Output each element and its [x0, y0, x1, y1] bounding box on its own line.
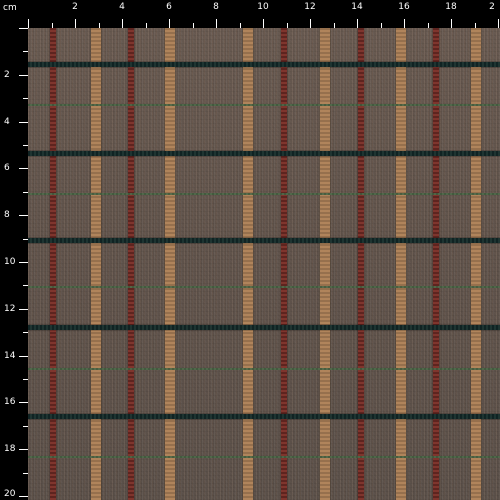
top-ruler-tick [333, 23, 335, 28]
left-ruler-label: 4 [4, 116, 10, 127]
left-ruler-label: 14 [4, 350, 16, 361]
left-ruler-tick [23, 379, 28, 380]
left-ruler-tick [23, 51, 28, 53]
top-ruler-tick [28, 19, 29, 28]
top-ruler-tick [216, 19, 217, 28]
tan-vertical-stripe [243, 28, 253, 500]
left-ruler-label: 10 [4, 257, 16, 267]
left-ruler-label: 18 [4, 444, 16, 455]
dark-horizontal-band [28, 238, 500, 243]
left-ruler-tick [23, 425, 28, 427]
red-vertical-stripe [50, 28, 56, 500]
left-ruler-tick [23, 98, 28, 100]
tan-vertical-stripe [396, 28, 406, 500]
top-ruler-label: 16 [398, 2, 410, 12]
top-ruler-tick [98, 23, 100, 28]
left-ruler-tick [23, 145, 28, 146]
top-ruler-tick [404, 19, 405, 28]
left-ruler-label: 6 [4, 163, 10, 174]
left-ruler-tick [19, 74, 28, 76]
top-ruler-tick [192, 23, 194, 28]
left-ruler-tick [19, 355, 28, 357]
fabric-swatch-view: 2 4 6 8 10 12 14 16 18 2 2 4 6 8 10 12 14 16 18 20 cm [0, 0, 500, 500]
tan-vertical-stripe [320, 28, 330, 500]
left-ruler-tick [19, 308, 28, 310]
left-ruler-label: 20 [4, 489, 16, 499]
left-ruler-tick [23, 191, 28, 193]
left-ruler-label: 8 [4, 210, 10, 221]
top-ruler-tick [51, 23, 53, 28]
red-vertical-stripe [433, 28, 439, 500]
left-ruler-tick [19, 449, 28, 451]
left-ruler-tick [19, 215, 28, 217]
left-ruler-tick [19, 168, 28, 170]
left-ruler: 2 4 6 8 10 12 14 16 18 20 [0, 0, 28, 500]
top-ruler-label: 6 [166, 2, 172, 12]
top-ruler-tick [310, 19, 311, 28]
dark-horizontal-band [28, 325, 500, 330]
left-ruler-tick [19, 262, 28, 263]
green-horizontal-band [28, 368, 500, 370]
top-ruler-tick [427, 23, 429, 28]
dark-horizontal-band [28, 414, 500, 419]
green-horizontal-band [28, 193, 500, 195]
left-ruler-tick [23, 472, 28, 474]
top-ruler-tick [263, 19, 264, 28]
tan-vertical-stripe [91, 28, 101, 500]
red-vertical-stripe [358, 28, 364, 500]
green-horizontal-band [28, 104, 500, 106]
top-ruler-tick [75, 19, 76, 28]
top-ruler: 2 4 6 8 10 12 14 16 18 2 [0, 0, 500, 28]
top-ruler-tick [286, 23, 288, 28]
dark-horizontal-band [28, 151, 500, 156]
ruler-unit-label: cm [3, 3, 17, 13]
top-ruler-tick [169, 19, 170, 28]
left-ruler-tick [19, 121, 28, 123]
top-ruler-tick [451, 19, 452, 28]
top-ruler-tick [122, 19, 123, 28]
top-ruler-label: 2 [489, 2, 495, 12]
top-ruler-tick [498, 19, 499, 28]
left-ruler-tick [23, 332, 28, 334]
top-ruler-label: 2 [72, 2, 78, 12]
top-ruler-label: 10 [257, 2, 269, 12]
dark-horizontal-band [28, 62, 500, 67]
weave-texture [28, 28, 500, 500]
left-ruler-label: 12 [4, 303, 16, 314]
top-ruler-tick [474, 23, 476, 28]
left-ruler-tick [19, 28, 28, 29]
top-ruler-label: 18 [445, 2, 457, 12]
left-ruler-label: 2 [4, 69, 10, 80]
left-ruler-tick [19, 402, 28, 404]
top-ruler-tick [357, 19, 358, 28]
left-ruler-tick [19, 496, 28, 497]
green-horizontal-band [28, 456, 500, 458]
green-horizontal-band [28, 286, 500, 288]
top-ruler-label: 8 [213, 2, 219, 12]
left-ruler-label: 16 [4, 397, 16, 408]
red-vertical-stripe [128, 28, 134, 500]
top-ruler-label: 4 [119, 2, 125, 12]
tan-vertical-stripe [471, 28, 481, 500]
left-ruler-tick [23, 285, 28, 287]
tan-vertical-stripe [165, 28, 175, 500]
ruler-corner: cm [0, 0, 28, 28]
red-vertical-stripe [281, 28, 287, 500]
top-ruler-label: 14 [351, 2, 363, 12]
left-ruler-tick [23, 238, 28, 240]
top-ruler-tick [145, 23, 147, 28]
top-ruler-tick [380, 23, 382, 28]
top-ruler-label: 12 [304, 2, 316, 12]
plaid-fabric-image [28, 28, 500, 500]
top-ruler-tick [239, 23, 241, 28]
